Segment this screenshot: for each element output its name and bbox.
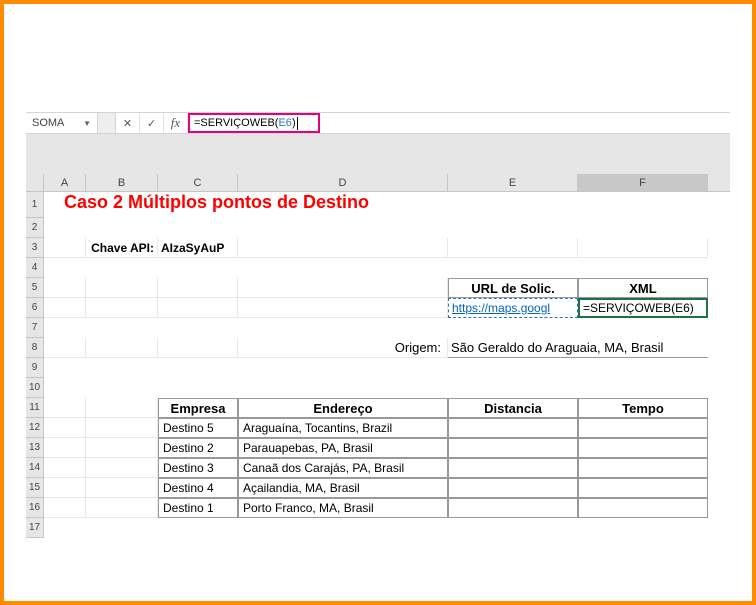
text-cursor (297, 117, 298, 130)
formula-input[interactable]: =SERVIÇOWEB(E6) (188, 113, 320, 133)
table-row[interactable] (448, 498, 578, 518)
origem-label[interactable]: Origem: (238, 338, 448, 358)
table-row[interactable]: Destino 5 (158, 418, 238, 438)
origem-value[interactable]: São Geraldo do Araguaia, MA, Brasil (448, 338, 708, 358)
name-box[interactable]: SOMA ▼ (26, 113, 98, 133)
cell-F6-active[interactable]: =SERVIÇOWEB(E6) (578, 298, 708, 318)
th-empresa[interactable]: Empresa (158, 398, 238, 418)
formula-ref: E6 (278, 117, 291, 129)
select-all-corner[interactable] (26, 174, 44, 191)
table-row[interactable]: Açailandia, MA, Brasil (238, 478, 448, 498)
formula-bar-gap (98, 113, 116, 133)
table-row[interactable]: Destino 3 (158, 458, 238, 478)
cancel-formula-button[interactable]: ✕ (116, 113, 140, 133)
xml-header[interactable]: XML (578, 278, 708, 298)
col-header-C[interactable]: C (158, 174, 238, 191)
table-row[interactable] (578, 458, 708, 478)
row-header-16[interactable]: 16 (26, 498, 44, 518)
row-header-2[interactable]: 2 (26, 218, 44, 238)
table-row[interactable] (578, 498, 708, 518)
chevron-down-icon: ▼ (83, 119, 91, 128)
th-distancia[interactable]: Distancia (448, 398, 578, 418)
th-tempo[interactable]: Tempo (578, 398, 708, 418)
name-box-text: SOMA (32, 117, 64, 129)
col-header-B[interactable]: B (86, 174, 158, 191)
row-header-10[interactable]: 10 (26, 378, 44, 398)
col-header-F[interactable]: F (578, 174, 708, 191)
row-header-6[interactable]: 6 (26, 298, 44, 318)
table-row[interactable] (578, 438, 708, 458)
worksheet-grid[interactable]: 1 Caso 2 Múltiplos pontos de Destino 2 3… (26, 192, 730, 579)
row-header-15[interactable]: 15 (26, 478, 44, 498)
row-header-1[interactable]: 1 (26, 192, 44, 218)
table-row[interactable]: Araguaína, Tocantins, Brazil (238, 418, 448, 438)
table-row[interactable]: Destino 4 (158, 478, 238, 498)
row-header-12[interactable]: 12 (26, 418, 44, 438)
col-header-A[interactable]: A (44, 174, 86, 191)
ribbon-gap (26, 134, 730, 174)
table-row[interactable] (448, 458, 578, 478)
url-header[interactable]: URL de Solic. (448, 278, 578, 298)
col-header-E[interactable]: E (448, 174, 578, 191)
formula-suffix: ) (292, 117, 296, 129)
api-key-label: Chave API: (91, 241, 154, 255)
table-row[interactable] (578, 478, 708, 498)
formula-prefix: =SERVIÇOWEB( (194, 117, 278, 129)
row-header-4[interactable]: 4 (26, 258, 44, 278)
row-header-17[interactable]: 17 (26, 518, 44, 538)
table-row[interactable]: Destino 2 (158, 438, 238, 458)
row-header-7[interactable]: 7 (26, 318, 44, 338)
col-header-D[interactable]: D (238, 174, 448, 191)
table-row[interactable]: Porto Franco, MA, Brasil (238, 498, 448, 518)
th-endereco[interactable]: Endereço (238, 398, 448, 418)
row-header-8[interactable]: 8 (26, 338, 44, 358)
enter-formula-button[interactable]: ✓ (140, 113, 164, 133)
cell-E6-url[interactable]: https://maps.googl (448, 298, 578, 318)
row-header-11[interactable]: 11 (26, 398, 44, 418)
row-header-13[interactable]: 13 (26, 438, 44, 458)
table-row[interactable] (448, 418, 578, 438)
row-header-3[interactable]: 3 (26, 238, 44, 258)
api-key-value: AIzaSyAuP (161, 241, 224, 255)
row-header-14[interactable]: 14 (26, 458, 44, 478)
column-header-row: A B C D E F (26, 174, 730, 192)
table-row[interactable] (448, 438, 578, 458)
page-title: Caso 2 Múltiplos pontos de Destino (64, 192, 369, 213)
formula-bar: SOMA ▼ ✕ ✓ fx =SERVIÇOWEB(E6) (26, 112, 730, 134)
table-row[interactable]: Destino 1 (158, 498, 238, 518)
table-row[interactable]: Canaã dos Carajás, PA, Brasil (238, 458, 448, 478)
insert-function-button[interactable]: fx (164, 113, 188, 133)
row-header-5[interactable]: 5 (26, 278, 44, 298)
table-row[interactable]: Parauapebas, PA, Brasil (238, 438, 448, 458)
table-row[interactable] (448, 478, 578, 498)
row-header-9[interactable]: 9 (26, 358, 44, 378)
table-row[interactable] (578, 418, 708, 438)
